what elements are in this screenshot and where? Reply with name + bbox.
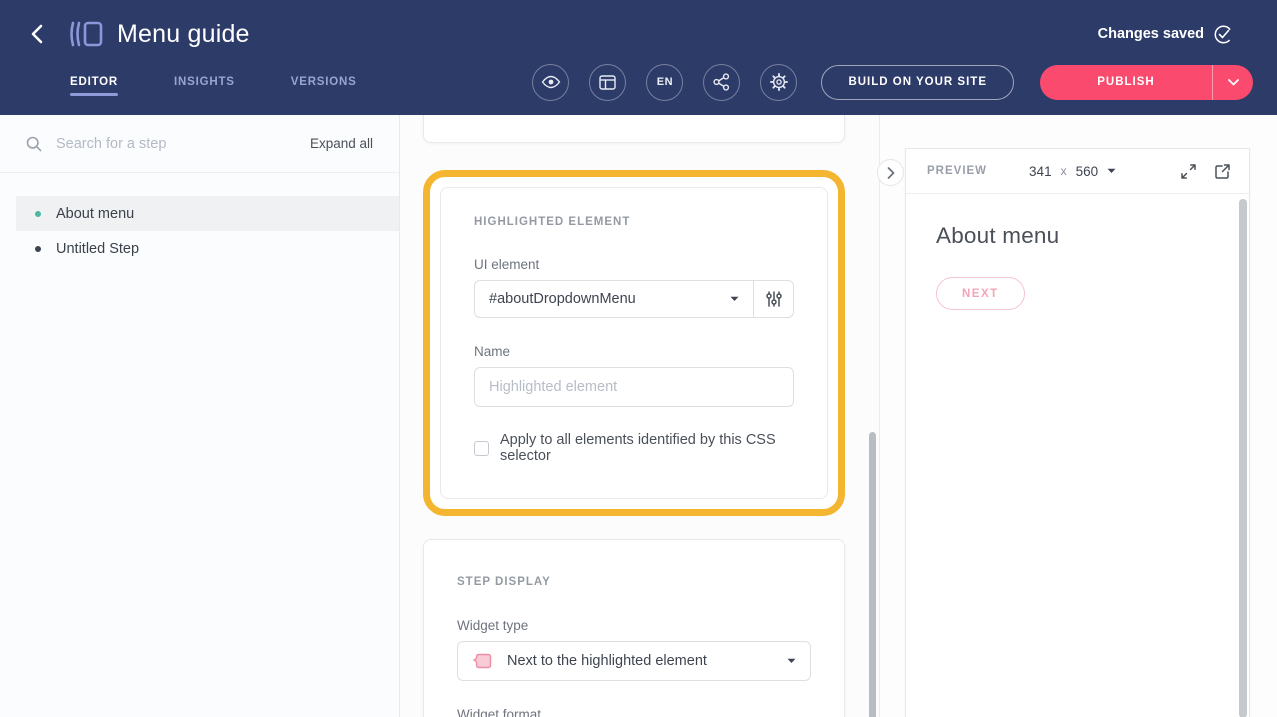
check-circle-icon [1214,25,1233,44]
chevron-left-icon [30,24,43,44]
tab-insights[interactable]: INSIGHTS [174,56,235,108]
collapse-panel-button[interactable] [877,159,904,186]
publish-dropdown-button[interactable] [1213,79,1253,86]
preview-region: PREVIEW 341 x 560 [880,115,1277,717]
step-status-dot [35,211,41,217]
preview-eye-button[interactable] [532,64,569,101]
step-search-input[interactable] [56,136,216,152]
step-settings-panel: HIGHLIGHTED ELEMENT UI element #aboutDro… [400,115,880,717]
element-settings-button[interactable] [753,281,793,317]
back-button[interactable] [26,20,47,48]
preview-width-value: 341 [1029,164,1052,179]
preview-step-heading: About menu [936,223,1249,249]
publish-split-button: PUBLISH [1040,65,1253,100]
chevron-down-icon [787,658,796,664]
ui-element-select-group: #aboutDropdownMenu [474,280,794,318]
tooltip-widget-icon [472,651,493,672]
page-title: Menu guide [117,20,250,49]
language-badge: EN [657,76,673,88]
apply-to-all-label: Apply to all elements identified by this… [500,432,794,464]
step-display-card: STEP DISPLAY Widget type Next to the hig… [423,539,845,717]
widget-type-label: Widget type [457,618,811,633]
preview-height-value: 560 [1076,164,1099,179]
step-list: About menu Untitled Step [0,173,399,266]
expand-all-button[interactable]: Expand all [310,136,373,151]
app-logo-icon [69,20,103,48]
preview-size-separator: x [1061,164,1067,178]
eye-icon [541,75,561,89]
preview-header: PREVIEW 341 x 560 [906,149,1249,194]
share-icon [713,73,730,91]
tab-editor[interactable]: EDITOR [70,56,118,108]
section-title-highlighted-element: HIGHLIGHTED ELEMENT [474,216,794,228]
publish-button[interactable]: PUBLISH [1040,76,1212,88]
step-label: Untitled Step [56,241,139,257]
preview-content: About menu NEXT [906,194,1249,717]
chevron-down-icon [730,296,739,302]
ui-element-select[interactable]: #aboutDropdownMenu [475,281,753,317]
apply-to-all-checkbox-row[interactable]: Apply to all elements identified by this… [474,432,794,464]
steps-sidebar: Expand all About menu Untitled Step [0,115,400,717]
name-label: Name [474,344,794,359]
editor-tabs: EDITOR INSIGHTS VERSIONS [70,56,357,108]
ui-element-value: #aboutDropdownMenu [489,291,730,307]
external-link-icon [1214,163,1231,180]
save-status: Changes saved [1098,25,1233,44]
build-on-your-site-button[interactable]: BUILD ON YOUR SITE [821,65,1014,100]
expand-diagonal-icon [1180,163,1197,180]
topbar: Menu guide Changes saved EDITOR INSIGHTS… [0,0,1277,115]
preview-scrollbar-thumb[interactable] [1239,199,1247,717]
fullscreen-preview-button[interactable] [1180,163,1197,180]
step-search-row: Expand all [0,115,399,173]
preview-title: PREVIEW [927,165,987,177]
highlighted-element-card: HIGHLIGHTED ELEMENT UI element #aboutDro… [440,187,828,499]
chevron-down-icon [1107,168,1116,174]
app-window: Menu guide Changes saved EDITOR INSIGHTS… [0,0,1277,717]
highlighted-element-outline: HIGHLIGHTED ELEMENT UI element #aboutDro… [423,170,845,516]
widget-type-value: Next to the highlighted element [507,653,787,669]
step-item-about-menu[interactable]: About menu [16,196,399,231]
highlighted-element-name-input[interactable] [474,367,794,407]
step-status-dot [35,246,41,252]
step-label: About menu [56,206,134,222]
sliders-icon [765,290,783,308]
widget-format-label: Widget format [457,707,811,717]
search-icon [26,136,42,152]
open-in-new-tab-button[interactable] [1214,163,1231,180]
settings-button[interactable] [760,64,797,101]
step-item-untitled-step[interactable]: Untitled Step [0,231,399,266]
chevron-right-icon [887,167,895,179]
layout-icon [599,75,616,90]
layout-button[interactable] [589,64,626,101]
section-title-step-display: STEP DISPLAY [457,576,811,588]
preview-panel: PREVIEW 341 x 560 [905,148,1250,717]
preview-next-button[interactable]: NEXT [936,277,1025,310]
chevron-down-icon [1228,79,1239,86]
share-button[interactable] [703,64,740,101]
tab-versions[interactable]: VERSIONS [291,56,357,108]
language-button[interactable]: EN [646,64,683,101]
editor-scrollbar-thumb[interactable] [869,432,876,717]
apply-to-all-checkbox[interactable] [474,441,489,456]
ui-element-label: UI element [474,257,794,272]
save-status-label: Changes saved [1098,26,1204,42]
widget-type-select[interactable]: Next to the highlighted element [457,641,811,681]
preview-size-select[interactable]: 341 x 560 [1029,164,1116,179]
previous-settings-card-partial [423,115,845,143]
gear-icon [770,73,788,91]
